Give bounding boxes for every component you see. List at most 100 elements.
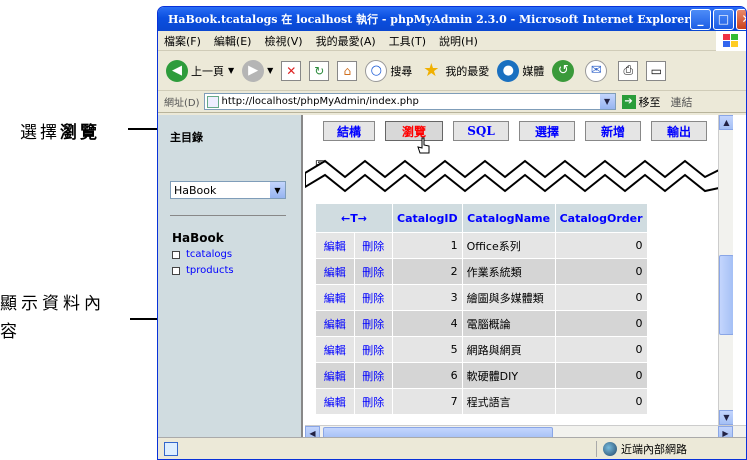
close-button[interactable]: ✕: [735, 8, 746, 30]
edit-link[interactable]: 編輯: [316, 285, 354, 310]
tab-insert[interactable]: 新增: [585, 121, 641, 141]
table-row: 編輯 刪除 7 程式語言 0: [316, 389, 647, 414]
main-frame: 結構 瀏覽 SQL 選擇 新增 輸出 圖 ←T→ CatalogID Catal…: [305, 115, 733, 425]
scroll-thumb[interactable]: [719, 255, 733, 335]
data-table: ←T→ CatalogID CatalogName CatalogOrder 編…: [315, 203, 648, 415]
window-title: HaBook.tcatalogs 在 localhost 執行 - phpMyA…: [168, 13, 690, 26]
menu-tools[interactable]: 工具(T): [389, 33, 426, 49]
edit-link[interactable]: 編輯: [316, 233, 354, 258]
history-icon: ↺: [552, 59, 575, 82]
table-link-tcatalogs[interactable]: tcatalogs: [172, 249, 232, 260]
column-header-catalogorder[interactable]: CatalogOrder: [555, 204, 647, 232]
table-row: 編輯 刪除 5 網路與網頁 0: [316, 337, 647, 362]
refresh-button[interactable]: ↻: [309, 60, 330, 81]
delete-link[interactable]: 刪除: [354, 285, 392, 310]
callout-select-browse: 選擇瀏覽: [20, 118, 100, 143]
media-button[interactable]: ● 媒體: [497, 59, 545, 82]
security-zone: 近端內部網路: [596, 441, 687, 457]
edit-page-icon: ▭: [646, 60, 667, 81]
table-row: 編輯 刪除 1 Office系列 0: [316, 233, 647, 258]
home-button[interactable]: ⌂: [337, 60, 358, 81]
tab-select[interactable]: 選擇: [519, 121, 575, 141]
back-label: 上一頁: [191, 64, 224, 78]
back-button[interactable]: ◀ 上一頁 ▼: [166, 59, 235, 82]
links-button[interactable]: 連結: [671, 94, 693, 110]
print-button[interactable]: ⎙: [618, 60, 639, 81]
forward-dropdown-icon: ▼: [267, 66, 274, 75]
favorites-button[interactable]: ★ 我的最愛: [420, 60, 489, 82]
mail-icon: ✉: [585, 59, 608, 82]
cell-catalogname: 網路與網頁: [462, 337, 555, 362]
edit-link[interactable]: 編輯: [316, 363, 354, 388]
table-link-label: tproducts: [186, 265, 234, 276]
media-label: 媒體: [522, 64, 545, 78]
maximize-button[interactable]: □: [712, 8, 734, 30]
mail-button[interactable]: ✉: [585, 59, 610, 82]
delete-link[interactable]: 刪除: [354, 259, 392, 284]
table-icon: [172, 250, 180, 259]
title-bar: e HaBook.tcatalogs 在 localhost 執行 - phpM…: [158, 7, 746, 31]
scroll-up-icon[interactable]: ▲: [719, 115, 733, 130]
table-icon: [172, 266, 180, 275]
database-name[interactable]: HaBook: [172, 231, 224, 245]
cell-catalogname: 繪圖與多媒體類: [462, 285, 555, 310]
forward-button[interactable]: ▶ ▼: [242, 59, 274, 82]
minimize-button[interactable]: _: [689, 8, 711, 30]
globe-icon: [603, 442, 617, 456]
sort-column-header[interactable]: ←T→: [316, 204, 392, 232]
database-select[interactable]: HaBook ▼: [170, 181, 286, 199]
column-header-catalogid[interactable]: CatalogID: [393, 204, 462, 232]
status-bar: 近端內部網路: [158, 437, 746, 459]
go-button[interactable]: ➔ 移至: [621, 94, 661, 110]
vertical-scrollbar[interactable]: ▲ ▼: [718, 115, 733, 425]
table-link-tproducts[interactable]: tproducts: [172, 265, 234, 276]
edit-page-button[interactable]: ▭: [646, 60, 667, 81]
delete-link[interactable]: 刪除: [354, 233, 392, 258]
back-arrow-icon: ◀: [166, 59, 188, 82]
delete-link[interactable]: 刪除: [354, 337, 392, 362]
tab-browse[interactable]: 瀏覽: [385, 121, 443, 141]
scroll-down-icon[interactable]: ▼: [719, 410, 733, 425]
cell-catalogorder: 0: [555, 311, 647, 336]
home-link[interactable]: 主目錄: [170, 129, 203, 145]
table-row: 編輯 刪除 4 電腦概論 0: [316, 311, 647, 336]
menu-help[interactable]: 說明(H): [439, 33, 478, 49]
menu-file[interactable]: 檔案(F): [164, 33, 201, 49]
cell-catalogid: 4: [393, 311, 462, 336]
address-input[interactable]: http://localhost/phpMyAdmin/index.php ▼: [203, 93, 616, 110]
address-dropdown-icon[interactable]: ▼: [599, 94, 615, 109]
favorites-label: 我的最愛: [445, 64, 490, 78]
edit-link[interactable]: 編輯: [316, 389, 354, 414]
menu-view[interactable]: 檢視(V): [264, 33, 302, 49]
zone-label: 近端內部網路: [621, 443, 687, 456]
delete-link[interactable]: 刪除: [354, 311, 392, 336]
cell-catalogid: 3: [393, 285, 462, 310]
search-button[interactable]: ○ 搜尋: [365, 59, 412, 82]
back-dropdown-icon: ▼: [228, 66, 235, 75]
address-label: 網址(D): [164, 98, 200, 109]
callout-browse-prefix: 選擇: [20, 123, 60, 143]
cell-catalogorder: 0: [555, 285, 647, 310]
tab-structure[interactable]: 結構: [323, 121, 375, 141]
stop-button[interactable]: ✕: [281, 60, 302, 81]
torn-edge-divider: [305, 159, 733, 193]
tab-sql[interactable]: SQL: [453, 121, 509, 141]
edit-link[interactable]: 編輯: [316, 259, 354, 284]
column-header-catalogname[interactable]: CatalogName: [462, 204, 555, 232]
chevron-down-icon: ▼: [270, 182, 285, 198]
cell-catalogname: 電腦概論: [462, 311, 555, 336]
cell-catalogname: 軟硬體DIY: [462, 363, 555, 388]
windows-logo-icon: [716, 31, 746, 51]
edit-link[interactable]: 編輯: [316, 337, 354, 362]
delete-link[interactable]: 刪除: [354, 363, 392, 388]
forward-arrow-icon: ▶: [242, 59, 265, 82]
ie-window: e HaBook.tcatalogs 在 localhost 執行 - phpM…: [157, 6, 747, 460]
delete-link[interactable]: 刪除: [354, 389, 392, 414]
tab-export[interactable]: 輸出: [651, 121, 707, 141]
history-button[interactable]: ↺: [552, 59, 577, 82]
menu-favorites[interactable]: 我的最愛(A): [316, 33, 376, 49]
edit-link[interactable]: 編輯: [316, 311, 354, 336]
action-tabs: 結構 瀏覽 SQL 選擇 新增 輸出: [323, 121, 707, 141]
menu-edit[interactable]: 編輯(E): [214, 33, 252, 49]
left-nav-frame: 主目錄 HaBook ▼ HaBook tcatalogs tproducts: [158, 115, 303, 439]
